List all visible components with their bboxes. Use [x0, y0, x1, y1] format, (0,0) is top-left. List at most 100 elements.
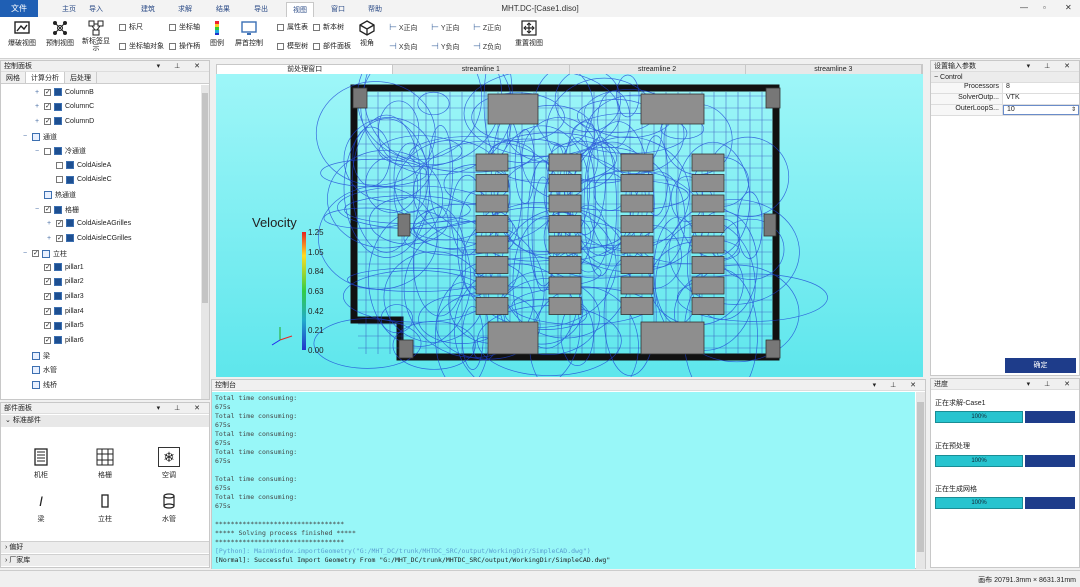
menu-tab-build[interactable]: 建筑: [141, 4, 155, 14]
y-positive-button[interactable]: ⊢ Y正向: [431, 22, 460, 33]
explode-view-button[interactable]: 爆破视图: [6, 20, 38, 48]
tab-postprocess[interactable]: 后处理: [65, 72, 97, 83]
tree-item[interactable]: pillar5: [33, 321, 84, 330]
new-tree-checkbox[interactable]: 新本树: [313, 22, 344, 32]
console-scrollbar-thumb[interactable]: [917, 402, 924, 552]
model-tree-checkbox[interactable]: 模型树: [277, 41, 308, 51]
tree-item-checkbox[interactable]: [44, 117, 51, 125]
tree-item-checkbox[interactable]: [44, 263, 51, 271]
tree-item-checkbox[interactable]: [44, 292, 51, 300]
prop-processors-value[interactable]: 8: [1003, 83, 1079, 93]
expand-plus-icon[interactable]: +: [45, 235, 53, 242]
tree-item-checkbox[interactable]: [44, 307, 51, 315]
axis-checkbox[interactable]: 坐标轴: [169, 22, 200, 32]
reset-view-button[interactable]: 重置视图: [512, 20, 546, 48]
tree-item[interactable]: − 格栅: [33, 205, 79, 215]
tree-item-checkbox[interactable]: [44, 103, 51, 111]
tree-item-checkbox[interactable]: [44, 206, 51, 214]
tree-item[interactable]: ColdAisleA: [45, 161, 111, 169]
tree-item-checkbox[interactable]: [44, 322, 51, 330]
tree-item-checkbox[interactable]: [44, 278, 51, 286]
tree-item-checkbox[interactable]: [56, 219, 63, 227]
file-menu-button[interactable]: 文件: [0, 0, 38, 17]
spin-arrows-icon[interactable]: ⇕: [1071, 106, 1076, 113]
collapse-minus-icon[interactable]: −: [33, 206, 41, 213]
preferences-section[interactable]: › 偏好: [1, 541, 209, 553]
view-angle-button[interactable]: 视角: [356, 20, 378, 48]
console-output[interactable]: Total time consuming: 675s Total time cons…: [212, 392, 915, 569]
tab-preprocess-window[interactable]: 前处理窗口: [217, 65, 394, 74]
tree-item[interactable]: − 立柱: [21, 249, 67, 259]
control-group-row[interactable]: − Control: [931, 72, 1079, 83]
tree-item[interactable]: pillar2: [33, 277, 84, 286]
tree-scrollbar[interactable]: [201, 85, 209, 399]
console-scrollbar[interactable]: [916, 392, 925, 569]
screen-control-button[interactable]: 屏首控制: [232, 20, 266, 48]
expand-plus-icon[interactable]: +: [33, 118, 41, 125]
collapse-minus-icon[interactable]: −: [21, 133, 29, 140]
tree-item-checkbox[interactable]: [56, 176, 63, 184]
tree-item-checkbox[interactable]: [44, 336, 51, 344]
part-beam[interactable]: I 梁: [29, 491, 53, 524]
expand-plus-icon[interactable]: +: [33, 89, 41, 96]
new-tab-display-button[interactable]: 新标签显示: [80, 20, 112, 52]
tab-mesh[interactable]: 网格: [1, 72, 26, 83]
maximize-icon[interactable]: ▫: [1043, 3, 1046, 12]
tab-streamline-3[interactable]: streamline 3: [746, 65, 922, 74]
x-negative-button[interactable]: ⊣ X负向: [389, 41, 418, 52]
tree-item[interactable]: + ColdAisleAGrilles: [45, 219, 131, 228]
part-aircon[interactable]: ❄ 空调: [157, 447, 181, 480]
tree-item[interactable]: pillar4: [33, 307, 84, 315]
axis-object-checkbox[interactable]: 坐标轴对象: [119, 41, 164, 51]
tree-item[interactable]: 热通道: [33, 190, 76, 200]
tab-streamline-1[interactable]: streamline 1: [393, 65, 570, 74]
parts-panel-checkbox[interactable]: 部件面板: [313, 41, 351, 51]
tree-item[interactable]: + ColumnC: [33, 102, 94, 111]
menu-tab-solve[interactable]: 求解: [178, 4, 192, 14]
tab-analysis[interactable]: 计算分析: [26, 72, 65, 83]
handle-checkbox[interactable]: 操作柄: [169, 41, 200, 51]
minimize-icon[interactable]: —: [1020, 3, 1028, 12]
tab-streamline-2[interactable]: streamline 2: [570, 65, 746, 74]
tree-item[interactable]: + ColumnB: [33, 88, 94, 96]
progress-cancel-mesh-button[interactable]: [1025, 497, 1075, 509]
tree-item-checkbox[interactable]: [32, 250, 39, 258]
tree-item[interactable]: pillar6: [33, 336, 84, 345]
preset-view-button[interactable]: 预制视图: [44, 20, 76, 48]
menu-tab-window[interactable]: 窗口: [331, 4, 345, 14]
menu-tab-home[interactable]: 主页: [62, 4, 76, 14]
panel-controls-icon[interactable]: ▾ ⊥ ✕: [157, 61, 206, 72]
menu-tab-help[interactable]: 帮助: [368, 4, 382, 14]
tree-item[interactable]: − 通道: [21, 132, 57, 142]
tree-item-checkbox[interactable]: [56, 234, 63, 242]
part-cabinet[interactable]: 机柜: [29, 447, 53, 480]
collapse-minus-icon[interactable]: −: [21, 250, 29, 257]
expand-plus-icon[interactable]: +: [45, 220, 53, 227]
tree-item[interactable]: pillar1: [33, 263, 84, 272]
progress-controls-icon[interactable]: ▾ ⊥ ✕: [1027, 379, 1076, 390]
property-table-checkbox[interactable]: 属性表: [277, 22, 308, 32]
vendor-library-section[interactable]: › 厂家库: [1, 554, 209, 566]
menu-tab-import[interactable]: 导入: [89, 4, 103, 14]
3d-viewport[interactable]: Velocity 1.25 1.05 0.84 0.63 0.42 0.21 0.00: [216, 74, 923, 377]
tree-item[interactable]: + ColumnD: [33, 117, 94, 126]
confirm-button[interactable]: 确定: [1005, 358, 1076, 373]
tree-item[interactable]: ColdAisleC: [45, 175, 112, 184]
standard-parts-section[interactable]: ⌄ 标准部件: [1, 415, 209, 427]
tree-item[interactable]: − 冷通道: [33, 146, 86, 156]
prop-solver-output-value[interactable]: VTK: [1003, 94, 1079, 104]
settings-controls-icon[interactable]: ▾ ⊥ ✕: [1027, 61, 1076, 72]
tree-item-checkbox[interactable]: [44, 88, 51, 96]
menu-tab-view[interactable]: 视图: [286, 2, 314, 17]
tree-scrollbar-thumb[interactable]: [202, 93, 208, 303]
tree-item[interactable]: 线桥: [21, 380, 57, 390]
legend-button[interactable]: 图例: [206, 20, 228, 48]
tree-item[interactable]: 梁: [21, 351, 50, 361]
tree-item[interactable]: 水管: [21, 365, 57, 375]
tree-item[interactable]: + ColdAisleCGrilles: [45, 234, 131, 242]
console-controls-icon[interactable]: ▾ ⊥ ✕: [873, 380, 922, 391]
tree-item-checkbox[interactable]: [44, 147, 51, 155]
progress-cancel-preprocess-button[interactable]: [1025, 455, 1075, 467]
collapse-minus-icon[interactable]: −: [33, 148, 41, 155]
z-positive-button[interactable]: ⊢ Z正向: [473, 22, 501, 33]
